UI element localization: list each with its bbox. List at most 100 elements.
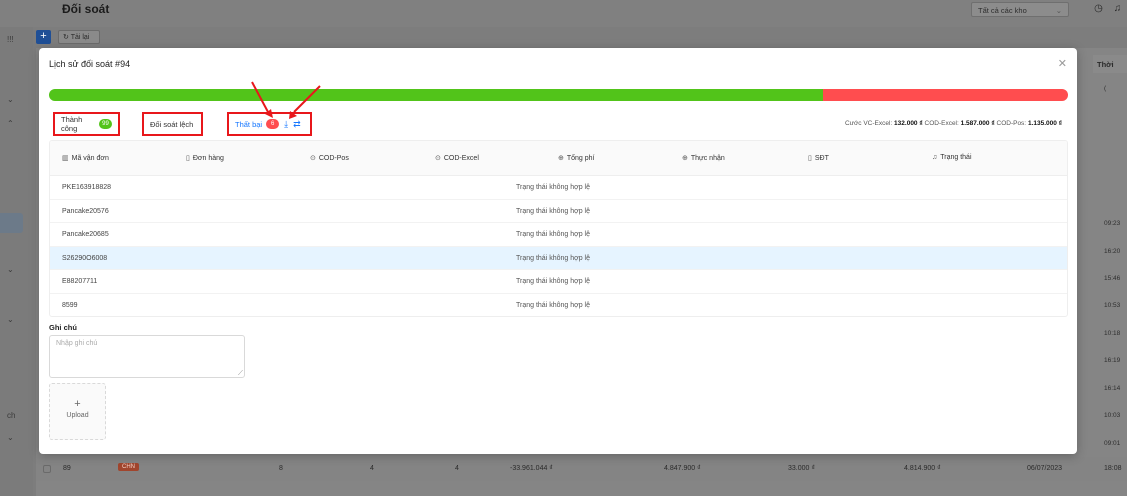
th-tracking-code[interactable]: ▥ Mã vận đơn <box>62 154 109 162</box>
vc-excel-label: Cước VC-Excel: <box>844 120 893 127</box>
progress-bar <box>49 89 1068 101</box>
progress-fail-segment <box>823 89 1068 101</box>
th-total-fee[interactable]: ⊕ Tổng phí <box>558 154 595 162</box>
sidebar-item-label: ch <box>7 411 16 420</box>
result-tabs: Thành công 99 Đối soát lệch Thất bại 6 ⤓… <box>49 112 1068 136</box>
fail-count-badge: 6 <box>266 119 280 129</box>
coin-icon: ⊙ <box>310 155 316 162</box>
resize-handle-icon[interactable]: ⟋ <box>238 370 243 378</box>
th-received[interactable]: ⊕ Thực nhận <box>682 154 725 162</box>
th-order[interactable]: ▯ Đơn hàng <box>186 154 224 162</box>
cell: 4.814.900 ₫ <box>904 465 941 472</box>
row-id: 89 <box>63 465 71 472</box>
tracking-code: S26290O6008 <box>62 254 108 262</box>
upload-button[interactable]: + Upload <box>49 383 106 440</box>
cell: 18:08 <box>1104 465 1122 472</box>
progress-success-segment <box>49 89 824 101</box>
tab-success[interactable]: Thành công 99 <box>53 112 120 136</box>
row-checkbox[interactable] <box>43 465 51 473</box>
add-button[interactable]: + <box>36 30 51 44</box>
table-row[interactable]: E88207711 Trạng thái không hợp lệ <box>50 270 1067 294</box>
note-label: Ghi chú <box>49 323 77 332</box>
upload-label: Upload <box>66 412 89 419</box>
sidebar: !!! ⌄ ⌃ ⌄ ⌄ ch ⌄ <box>0 27 33 496</box>
tab-fail[interactable]: Thất bại 6 ⤓ ⇄ <box>227 112 312 136</box>
close-icon[interactable]: ✕ <box>1058 57 1067 70</box>
time-cell: 10:53 <box>1104 302 1121 309</box>
tracking-code: 8599 <box>62 301 78 309</box>
time-cell: 15:46 <box>1104 275 1121 282</box>
cod-excel-label: COD-Excel: <box>924 120 959 127</box>
table-row[interactable]: 8599 Trạng thái không hợp lệ <box>50 294 1067 317</box>
table-row[interactable]: S26290O6008 Trạng thái không hợp lệ <box>50 246 1067 270</box>
th-cod-excel[interactable]: ⊙ COD-Excel <box>435 154 479 162</box>
tracking-code: Pancake20576 <box>62 207 109 215</box>
chevron-down-icon[interactable]: ⌄ <box>7 315 14 324</box>
plus-icon: + <box>74 398 81 410</box>
plus-circle-icon: ⊕ <box>682 155 688 162</box>
bell-icon: ♫ <box>932 154 938 161</box>
coin-icon: ⊙ <box>435 155 441 162</box>
cod-pos-value: 1.135.000 ₫ <box>1027 120 1062 127</box>
reload-button[interactable]: ↻ Tải lại <box>58 30 100 44</box>
tracking-code: PKE163918828 <box>62 184 112 191</box>
cell: -33.961.044 ₫ <box>510 465 553 472</box>
plus-circle-icon: ⊕ <box>558 155 564 162</box>
tab-fail-label: Thất bại <box>235 119 263 129</box>
th-status[interactable]: ♫ Trạng thái <box>932 154 972 161</box>
sidebar-mark: !!! <box>7 35 14 44</box>
retry-icon[interactable]: ⇄ <box>293 119 301 130</box>
row-status: Trạng thái không hợp lệ <box>516 231 590 238</box>
chevron-up-icon[interactable]: ⌃ <box>7 119 14 128</box>
failed-orders-table: ▥ Mã vận đơn ▯ Đơn hàng ⊙ COD-Pos ⊙ COD-Exce… <box>49 140 1068 317</box>
success-count-badge: 99 <box>99 119 112 129</box>
barcode-icon: ▥ <box>62 155 69 162</box>
time-cell: 09:23 <box>1104 220 1121 227</box>
cell: 33.000 ₫ <box>788 465 815 472</box>
refresh-icon: ↻ <box>63 34 69 41</box>
time-cell: 16:20 <box>1104 248 1121 255</box>
table-row[interactable]: Pancake20576 Trạng thái không hợp lệ <box>50 200 1067 223</box>
download-icon[interactable]: ⤓ <box>284 119 288 130</box>
row-status: Trạng thái không hợp lệ <box>516 207 590 215</box>
bell-icon[interactable]: ♫ <box>1112 3 1123 14</box>
reconciliation-history-modal: Lịch sử đối soát #94 ✕ Thành công 99 Đối… <box>39 48 1077 454</box>
warehouse-select[interactable]: Tất cả các kho ⌄ <box>971 2 1069 17</box>
tab-deviation[interactable]: Đối soát lệch <box>142 112 203 136</box>
cell: 06/07/2023 <box>1027 465 1063 472</box>
time-cell: 10:03 <box>1104 412 1121 419</box>
time-cell: 10:18 <box>1104 330 1121 337</box>
cell: 4 <box>455 465 459 472</box>
chevron-down-icon[interactable]: ⌄ <box>7 433 14 442</box>
app-header: Đối soát Tất cả các kho ⌄ ◷ ♫ <box>0 0 1127 27</box>
table-header: ▥ Mã vận đơn ▯ Đơn hàng ⊙ COD-Pos ⊙ COD-Exce… <box>50 141 1067 176</box>
status-badge: CHN <box>118 463 139 471</box>
chevron-down-icon[interactable]: ⌄ <box>7 95 14 104</box>
cell: 4.847.900 ₫ <box>664 465 701 472</box>
warehouse-select-value: Tất cả các kho <box>978 6 1027 15</box>
vc-excel-value: 132.000 ₫ <box>894 120 923 127</box>
cod-excel-value: 1.587.000 ₫ <box>960 120 995 127</box>
table-row[interactable]: Pancake20685 Trạng thái không hợp lệ <box>50 223 1067 247</box>
table-row[interactable]: PKE163918828 Trạng thái không hợp lệ <box>50 176 1067 200</box>
time-cell: 16:14 <box>1104 385 1121 392</box>
row-status: Trạng thái không hợp lệ <box>516 254 590 262</box>
table-header-time: Thời <box>1093 55 1127 73</box>
cell: 8 <box>279 465 283 472</box>
cost-summary: Cước VC-Excel: 132.000 ₫ COD-Excel: 1.58… <box>845 120 1062 127</box>
chevron-down-icon[interactable]: ⌄ <box>7 265 14 274</box>
tab-deviation-label: Đối soát lệch <box>150 119 194 129</box>
tracking-code: Pancake20685 <box>62 231 109 238</box>
note-textarea[interactable] <box>49 335 245 378</box>
modal-title: Lịch sử đối soát #94 <box>49 59 131 69</box>
row-status: Trạng thái không hợp lệ <box>516 184 590 191</box>
page-title: Đối soát <box>62 2 110 16</box>
tab-success-label: Thành công <box>61 115 83 133</box>
table-row[interactable]: 89 CHN 8 4 4 -33.961.044 ₫ 4.847.900 ₫ 3… <box>36 457 1127 481</box>
row-status: Trạng thái không hợp lệ <box>516 301 590 309</box>
th-cod-pos[interactable]: ⊙ COD-Pos <box>310 154 349 162</box>
sidebar-item-active[interactable] <box>0 213 23 233</box>
clock-icon[interactable]: ◷ <box>1093 3 1104 14</box>
th-phone[interactable]: ▯ SĐT <box>808 154 829 162</box>
cell: 4 <box>370 465 374 472</box>
